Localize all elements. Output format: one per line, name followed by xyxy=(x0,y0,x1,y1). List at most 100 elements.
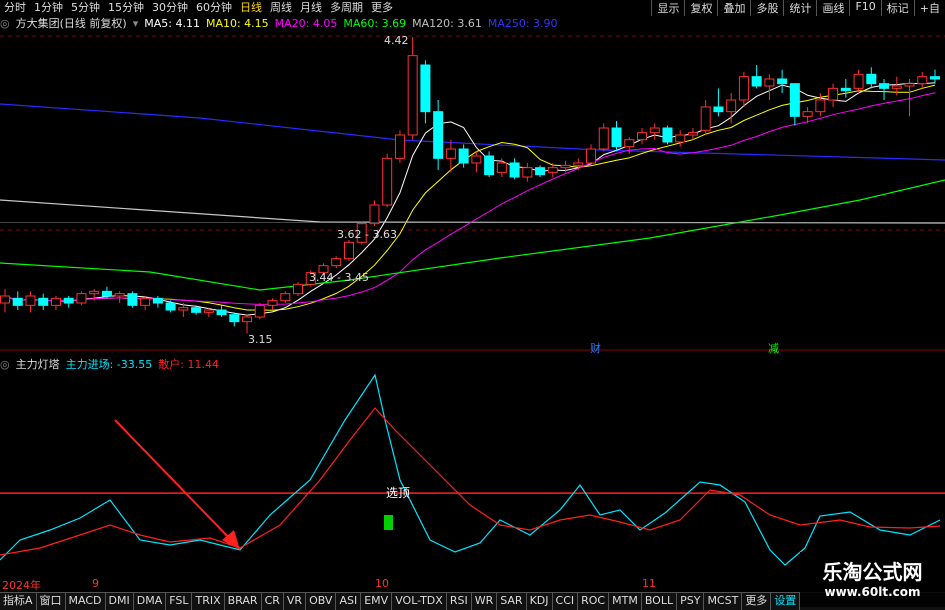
candle-body xyxy=(560,164,571,169)
period-tab-8[interactable]: 月线 xyxy=(296,0,326,15)
candle-body xyxy=(496,162,507,173)
date-month-9: 9 xyxy=(92,577,99,590)
period-tab-10[interactable]: 更多 xyxy=(367,0,397,15)
indicator-tab-22[interactable]: PSY xyxy=(677,593,705,610)
candle-body xyxy=(331,258,342,267)
candle-body xyxy=(917,76,928,85)
period-tab-7[interactable]: 周线 xyxy=(266,0,296,15)
indicator-tab-0[interactable]: 指标A xyxy=(0,593,37,610)
indicator-tab-8[interactable]: CR xyxy=(262,593,284,610)
dropdown-icon[interactable]: ▾ xyxy=(133,17,139,30)
candle-body xyxy=(700,106,711,131)
candle-body xyxy=(764,78,775,87)
indicator-tab-23[interactable]: MCST xyxy=(704,593,743,610)
top-button-7[interactable]: 标记 xyxy=(880,0,914,16)
candle-body xyxy=(114,293,125,297)
candle-body xyxy=(191,307,202,313)
candle-body xyxy=(547,167,558,173)
candle-body xyxy=(484,155,495,176)
indicator-tab-15[interactable]: WR xyxy=(472,593,498,610)
candle-body xyxy=(433,111,444,159)
candle-body xyxy=(738,76,749,101)
candle-body xyxy=(89,290,100,295)
indicator-tab-3[interactable]: DMI xyxy=(106,593,134,610)
candle-body xyxy=(152,297,163,304)
arrow-shaft xyxy=(114,419,234,543)
period-tab-3[interactable]: 15分钟 xyxy=(104,0,148,15)
indicator-tab-19[interactable]: ROC xyxy=(578,593,610,610)
indicator-line2-label: 散户: 11.44 xyxy=(158,358,219,371)
period-tab-9[interactable]: 多周期 xyxy=(326,0,367,15)
marker-jian: 减 xyxy=(768,342,779,355)
indicator-tab-6[interactable]: TRIX xyxy=(192,593,225,610)
candle-body xyxy=(840,87,851,92)
kline-chart[interactable]: 4.42 3.15 3.62 - 3.63 3.44 - 3.45 财 减选顶 xyxy=(0,0,945,609)
candle-body xyxy=(369,204,380,225)
period-tab-1[interactable]: 1分钟 xyxy=(30,0,67,15)
candle-body xyxy=(382,157,393,206)
ma-legend-item-1: MA10: 4.15 xyxy=(205,16,269,30)
indicator-tab-14[interactable]: RSI xyxy=(447,593,472,610)
candle-body xyxy=(343,241,354,260)
ma60-line xyxy=(0,179,945,291)
indicator-tab-10[interactable]: OBV xyxy=(306,593,337,610)
indicator-tab-21[interactable]: BOLL xyxy=(642,593,678,610)
top-button-8[interactable]: +自 xyxy=(913,0,945,16)
candle-body xyxy=(127,293,138,306)
ma-legend-item-0: MA5: 4.11 xyxy=(144,16,200,30)
indicator-tab-24[interactable]: 更多 xyxy=(742,593,772,610)
indicator-tab-18[interactable]: CCI xyxy=(553,593,579,610)
candle-body xyxy=(649,127,660,134)
candle-body xyxy=(713,106,724,113)
indicator-tab-25[interactable]: 设置 xyxy=(771,593,801,610)
top-button-5[interactable]: 画线 xyxy=(816,0,849,16)
date-month-11: 11 xyxy=(642,577,656,590)
ma120-line xyxy=(0,199,945,224)
period-tab-4[interactable]: 30分钟 xyxy=(148,0,192,15)
candle-body xyxy=(293,283,304,295)
indicator-tab-4[interactable]: DMA xyxy=(134,593,167,610)
indicator-tab-17[interactable]: KDJ xyxy=(527,593,553,610)
period-tab-2[interactable]: 5分钟 xyxy=(67,0,104,15)
candle-body xyxy=(815,99,826,113)
candle-body xyxy=(675,134,686,143)
period-tab-5[interactable]: 60分钟 xyxy=(192,0,236,15)
candle-body xyxy=(407,55,418,136)
candle-body xyxy=(904,83,915,87)
top-button-2[interactable]: 叠加 xyxy=(717,0,750,16)
candle-body xyxy=(828,87,839,101)
candle-body xyxy=(267,300,278,306)
indicator-tab-12[interactable]: EMV xyxy=(361,593,393,610)
top-button-1[interactable]: 复权 xyxy=(684,0,717,16)
candle-body xyxy=(140,297,151,306)
candle-body xyxy=(751,76,762,87)
indicator-tab-1[interactable]: 窗口 xyxy=(37,593,66,610)
candle-body xyxy=(853,73,864,89)
watermark-url: www.60lt.com xyxy=(824,585,921,599)
ma10-line xyxy=(4,84,936,311)
top-button-0[interactable]: 显示 xyxy=(651,0,684,16)
candle-body xyxy=(0,295,10,304)
candle-body xyxy=(12,297,23,306)
top-button-6[interactable]: F10 xyxy=(849,0,880,16)
indicator-tab-11[interactable]: ASI xyxy=(336,593,362,610)
candle-body xyxy=(445,148,456,159)
indicator-tab-9[interactable]: VR xyxy=(284,593,307,610)
period-tab-6[interactable]: 日线 xyxy=(236,0,266,15)
top-button-3[interactable]: 多股 xyxy=(750,0,783,16)
top-button-4[interactable]: 统计 xyxy=(783,0,816,16)
ma-legend-item-5: MA250: 3.90 xyxy=(487,16,558,30)
period-tab-0[interactable]: 分时 xyxy=(0,0,30,15)
indicator-tab-5[interactable]: FSL xyxy=(166,593,193,610)
indicator-tab-7[interactable]: BRAR xyxy=(225,593,262,610)
indicator-settings-icon[interactable]: ◎ xyxy=(0,358,10,371)
high-label: 4.42 xyxy=(384,34,409,47)
settings-circle-icon[interactable]: ◎ xyxy=(0,17,10,30)
indicator-tab-2[interactable]: MACD xyxy=(66,593,106,610)
indicator-tab-13[interactable]: VOL-TDX xyxy=(392,593,447,610)
date-year: 2024年 xyxy=(2,579,41,592)
indicator-tab-20[interactable]: MTM xyxy=(609,593,642,610)
candle-body xyxy=(63,297,74,304)
indicator-tab-16[interactable]: SAR xyxy=(497,593,527,610)
candle-body xyxy=(25,295,36,306)
